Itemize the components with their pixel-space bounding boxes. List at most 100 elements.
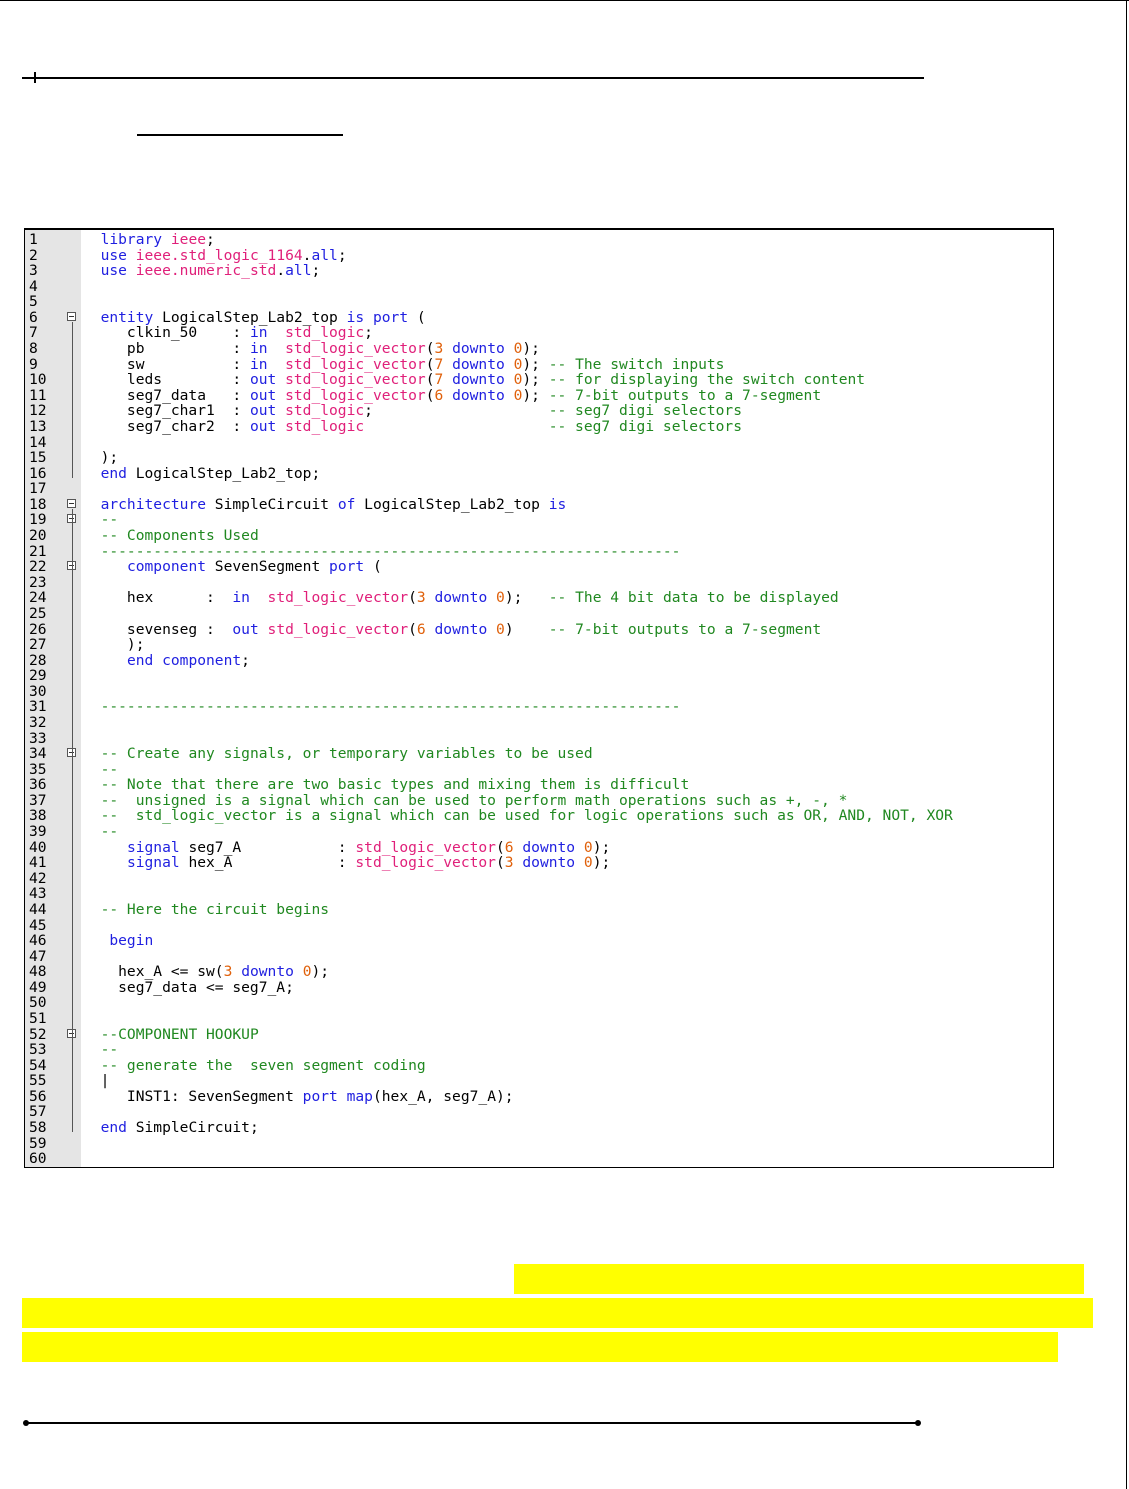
code-line: 30 (25, 684, 1053, 700)
code-token: ( (364, 558, 382, 576)
fold-toggle-icon[interactable] (67, 498, 76, 508)
code-text: -- (83, 1042, 119, 1058)
code-token: 0 (583, 854, 593, 872)
line-number: 52 (29, 1025, 47, 1043)
line-number: 40 (29, 838, 47, 856)
code-token: clkin_50 : (83, 324, 250, 342)
code-token: port (302, 1087, 338, 1105)
code-token: ieee.numeric_std (135, 262, 277, 280)
heading-underline (137, 134, 343, 136)
code-token: sevenseg : (83, 620, 233, 638)
line-number: 14 (29, 433, 47, 451)
code-token: std_logic (285, 324, 365, 342)
code-text: end component; (83, 651, 250, 669)
line-number: 18 (29, 495, 47, 513)
code-line: 29 (25, 668, 1053, 684)
code-token: ); (522, 386, 549, 404)
code-text: signal hex_A : std_logic_vector(3 downto… (83, 855, 610, 871)
code-token: signal (126, 854, 180, 872)
code-token: is (346, 308, 365, 326)
code-token: INST1: SevenSegment (83, 1087, 303, 1105)
line-number: 39 (29, 823, 47, 841)
code-text: begin (83, 933, 153, 949)
code-text: library ieee; (83, 232, 215, 248)
code-token: seg7_data : (83, 386, 250, 404)
code-line: 12 seg7_char1 : out std_logic; -- seg7 d… (25, 403, 1053, 419)
code-token: in (249, 324, 268, 342)
line-number: 17 (29, 480, 47, 498)
code-token: downto (522, 838, 576, 856)
code-text: ); (83, 637, 145, 653)
code-token: begin (109, 932, 154, 950)
line-number: 55 (29, 1072, 47, 1090)
highlighted-text-line-2 (22, 1298, 1093, 1328)
code-line: 7 clkin_50 : in std_logic; (25, 325, 1053, 341)
code-text: --COMPONENT HOOKUP (83, 1026, 259, 1043)
line-number: 51 (29, 1010, 47, 1027)
code-token: in (249, 355, 268, 373)
code-token: in (249, 340, 268, 358)
code-token: ); (83, 449, 119, 467)
code-line: 34 -- Create any signals, or temporary v… (25, 746, 1053, 762)
code-token: end (100, 464, 127, 482)
code-text: -- Create any signals, or temporary vari… (83, 746, 593, 762)
line-number: 60 (29, 1150, 47, 1168)
line-number: 21 (29, 542, 47, 560)
code-token: -- seg7 digi selectors (548, 417, 742, 435)
line-number: 50 (29, 994, 47, 1012)
code-token: 3 (434, 340, 444, 358)
code-token: end (126, 651, 154, 669)
code-token: hex : (83, 589, 233, 607)
line-number: 42 (29, 869, 47, 887)
code-token: -- unsigned is a signal which can be use… (100, 791, 848, 809)
code-token: std_logic_vector (267, 620, 409, 638)
code-text: -- (83, 512, 119, 528)
code-token: ); (83, 636, 145, 654)
code-token: all (311, 246, 338, 264)
code-token: use (100, 262, 127, 280)
code-line: 16 end LogicalStep_Lab2_top; (25, 464, 1053, 482)
code-token: of (337, 495, 356, 513)
line-number: 31 (29, 698, 47, 716)
code-text: -- generate the seven segment coding (83, 1057, 426, 1074)
page-border-right (1126, 0, 1127, 1489)
code-token: architecture (100, 495, 207, 513)
code-token: out (232, 620, 259, 638)
footer-rule-start-dot (23, 1420, 29, 1426)
code-token: 3 (504, 854, 514, 872)
code-text: entity LogicalStep_Lab2_top is port ( (83, 310, 426, 326)
code-line: 46 begin (25, 933, 1053, 949)
code-text: sw : in std_logic_vector(7 downto 0); --… (83, 355, 725, 373)
code-token: ); (504, 589, 549, 607)
code-token: downto (452, 371, 505, 389)
code-token: out (249, 402, 277, 420)
code-token: ); (522, 355, 549, 373)
code-line: 41 signal hex_A : std_logic_vector(3 dow… (25, 855, 1053, 871)
code-token: -- for displaying the switch content (548, 371, 866, 389)
code-line: 45 (25, 917, 1053, 934)
fold-toggle-icon[interactable] (67, 311, 76, 321)
code-token: ; (364, 324, 373, 342)
code-token: SimpleCircuit; (126, 1119, 259, 1137)
code-line: 10 leds : out std_logic_vector(7 downto … (25, 372, 1053, 388)
code-token: use (100, 246, 127, 264)
line-number: 41 (29, 854, 47, 872)
code-line: 22 component SevenSegment port ( (25, 559, 1053, 575)
